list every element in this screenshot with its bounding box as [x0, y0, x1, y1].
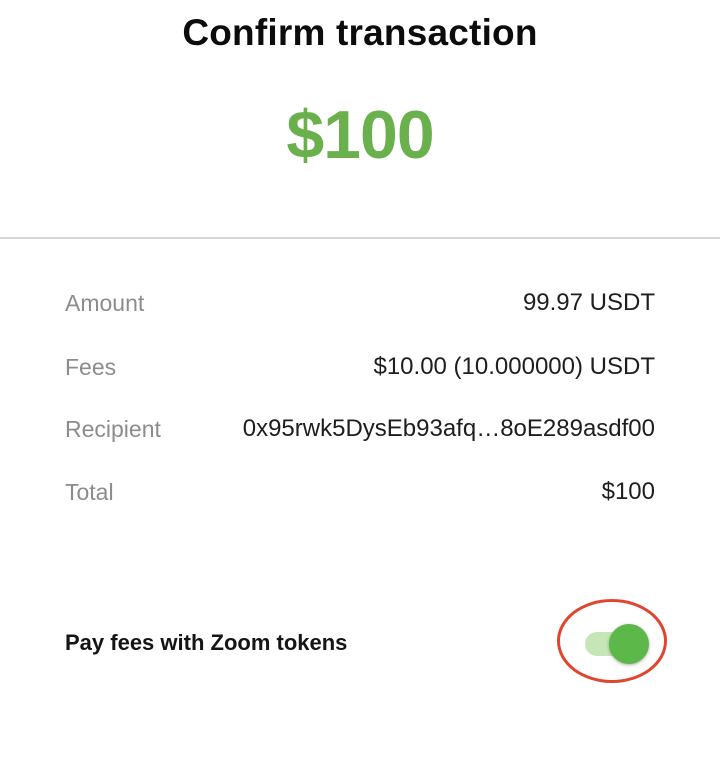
transaction-amount: $100: [286, 97, 434, 173]
detail-row-recipient: Recipient 0x95rwk5DysEb93afq…8oE289asdf0…: [65, 412, 655, 446]
total-value: $100: [601, 478, 655, 505]
amount-label: Amount: [65, 289, 145, 316]
fees-value: $10.00 (10.000000) USDT: [373, 353, 655, 380]
pay-fees-with-tokens-toggle[interactable]: [585, 622, 649, 664]
fees-label: Fees: [65, 353, 117, 380]
detail-row-fees: Fees $10.00 (10.000000) USDT: [65, 350, 655, 384]
amount-value: 99.97 USDT: [522, 289, 655, 316]
pay-fees-with-tokens-row: Pay fees with Zoom tokens: [65, 624, 665, 664]
pay-fees-with-tokens-label: Pay fees with Zoom tokens: [65, 630, 348, 655]
toggle-knob: [609, 624, 649, 664]
page-title: Confirm transaction: [182, 12, 538, 53]
divider: [0, 237, 720, 239]
total-label: Total: [65, 478, 114, 505]
recipient-address: 0x95rwk5DysEb93afq…8oE289asdf00: [242, 415, 655, 442]
detail-row-amount: Amount 99.97 USDT: [65, 286, 655, 320]
recipient-label: Recipient: [65, 415, 161, 442]
detail-row-total: Total $100: [65, 475, 655, 509]
